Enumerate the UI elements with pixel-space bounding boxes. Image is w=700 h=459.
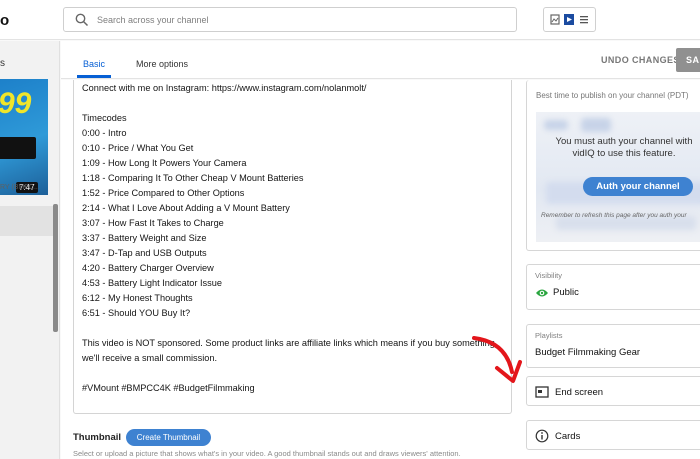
search-input[interactable] xyxy=(97,11,497,28)
description-line: 6:12 - My Honest Thoughts xyxy=(82,293,193,303)
description-line: 0:10 - Price / What You Get xyxy=(82,143,194,153)
visibility-value: Public xyxy=(553,287,579,298)
cards-label: Cards xyxy=(555,431,581,442)
eye-icon xyxy=(536,289,548,297)
vidiq-message-line2: vidIQ to use this feature. xyxy=(572,148,676,159)
vidiq-refresh-note: Remember to refresh this page after you … xyxy=(541,212,687,219)
create-thumbnail-button[interactable]: Create Thumbnail xyxy=(126,429,211,446)
visibility-label: Visibility xyxy=(535,271,562,280)
left-sidebar: s 99 7:47 RY (BMPC... xyxy=(0,41,60,459)
top-bar: o xyxy=(0,0,700,40)
thumbnail-heading: Thumbnail xyxy=(73,432,122,443)
search-icon xyxy=(75,13,89,27)
details-tabs: Basic More options UNDO CHANGES SA xyxy=(61,41,700,79)
playlists-card[interactable]: Playlists Budget Filmmaking Gear xyxy=(526,324,700,368)
sidebar-scrollbar[interactable] xyxy=(53,204,58,332)
description-line: 3:47 - D-Tap and USB Outputs xyxy=(82,248,207,258)
image-icon[interactable] xyxy=(550,14,560,25)
auth-channel-button[interactable]: Auth your channel xyxy=(583,177,693,196)
description-line: 1:09 - How Long It Powers Your Camera xyxy=(82,158,247,168)
end-screen-icon xyxy=(535,386,549,398)
logo-fragment[interactable]: o xyxy=(0,12,9,29)
description-field[interactable]: Connect with me on Instagram: https://ww… xyxy=(73,80,512,414)
sidebar-header-fragment: s xyxy=(0,58,5,69)
vidiq-message: You must auth your channel with vidIQ to… xyxy=(539,136,700,160)
description-line: 1:52 - Price Compared to Other Options xyxy=(82,188,245,198)
playlists-value: Budget Filmmaking Gear xyxy=(535,347,641,358)
thumbnail-price-text: 99 xyxy=(0,87,32,120)
menu-icon[interactable] xyxy=(579,14,589,25)
visibility-card[interactable]: Visibility Public xyxy=(526,264,700,310)
tab-basic[interactable]: Basic xyxy=(83,59,105,69)
description-line: we'll receive a small commission. xyxy=(82,353,218,363)
description-line: 4:53 - Battery Light Indicator Issue xyxy=(82,278,222,288)
description-line: 1:18 - Comparing It To Other Cheap V Mou… xyxy=(82,173,304,183)
thumbnail-help-text: Select or upload a picture that shows wh… xyxy=(73,449,461,458)
description-line: This video is NOT sponsored. Some produc… xyxy=(82,338,495,348)
video-caption: RY (BMPC... xyxy=(0,184,40,191)
cards-row[interactable]: Cards xyxy=(526,420,700,450)
description-line: 3:07 - How Fast It Takes to Charge xyxy=(82,218,224,228)
vidiq-hint: Best time to publish on your channel (PD… xyxy=(536,91,689,100)
description-line: 0:00 - Intro xyxy=(82,128,127,138)
description-line: 3:37 - Battery Weight and Size xyxy=(82,233,207,243)
tab-more-options[interactable]: More options xyxy=(136,59,188,69)
end-screen-row[interactable]: End screen xyxy=(526,376,700,406)
end-screen-label: End screen xyxy=(555,387,604,398)
description-line: 2:14 - What I Love About Adding a V Moun… xyxy=(82,203,290,213)
search-bar[interactable] xyxy=(63,7,517,32)
sidebar-item-selected[interactable] xyxy=(0,206,55,236)
video-thumbnail[interactable]: 99 7:47 xyxy=(0,79,48,195)
camera-graphic xyxy=(0,137,36,159)
vidiq-message-line1: You must auth your channel with xyxy=(555,136,693,147)
description-line: #VMount #BMPCC4K #BudgetFilmmaking xyxy=(82,383,255,393)
save-button[interactable]: SA xyxy=(676,48,700,72)
description-line: 4:20 - Battery Charger Overview xyxy=(82,263,214,273)
vidiq-publish-time-card: Best time to publish on your channel (PD… xyxy=(526,80,700,251)
tab-underline xyxy=(77,75,111,78)
info-icon xyxy=(535,429,549,443)
undo-changes-button[interactable]: UNDO CHANGES xyxy=(601,55,680,65)
description-line: Timecodes xyxy=(82,113,127,123)
vidiq-icon[interactable] xyxy=(564,14,574,25)
description-line: Connect with me on Instagram: https://ww… xyxy=(82,83,367,93)
playlists-label: Playlists xyxy=(535,331,563,340)
description-line: 6:51 - Should YOU Buy It? xyxy=(82,308,191,318)
extension-icons xyxy=(543,7,596,32)
main-content: Connect with me on Instagram: https://ww… xyxy=(61,80,700,459)
